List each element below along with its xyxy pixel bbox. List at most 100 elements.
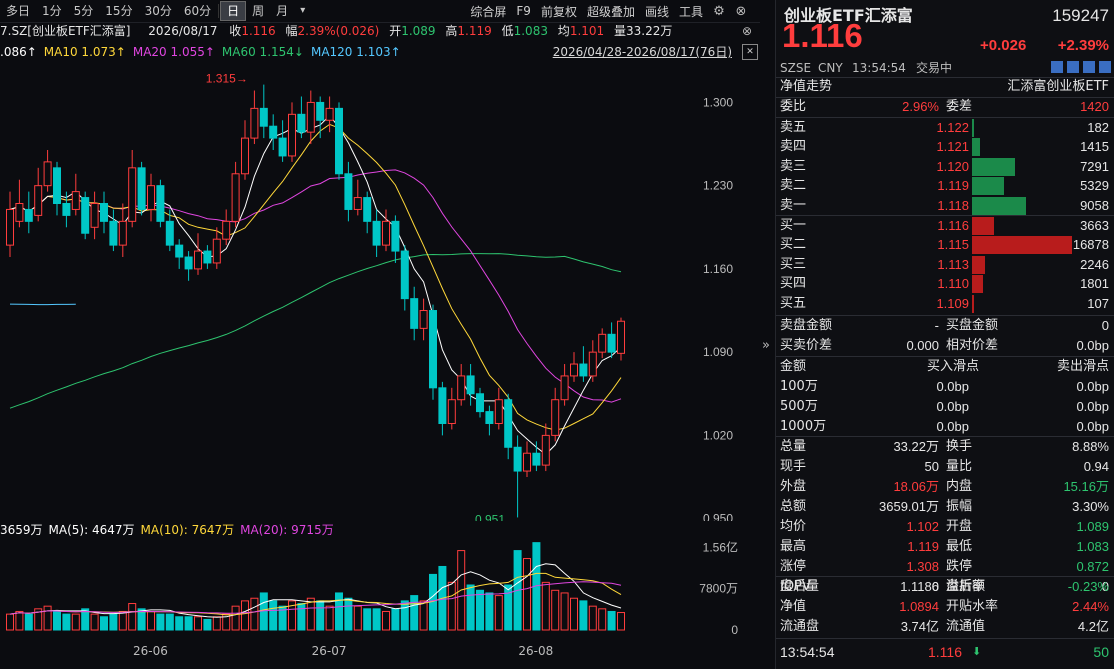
candle[interactable] — [137, 167, 146, 210]
candle[interactable] — [588, 351, 597, 377]
volume-bar[interactable] — [588, 605, 597, 631]
volume-bar[interactable] — [551, 589, 560, 631]
volume-bar[interactable] — [231, 605, 240, 631]
close-info-icon[interactable]: ⊗ — [742, 24, 752, 38]
volume-bar[interactable] — [71, 613, 80, 631]
volume-bar[interactable] — [212, 616, 221, 631]
timeframe-8[interactable]: 月 — [270, 1, 294, 21]
candle[interactable] — [297, 113, 306, 133]
candle[interactable] — [269, 125, 278, 139]
edit-icon[interactable] — [1051, 61, 1063, 73]
volume-bar[interactable] — [400, 600, 409, 631]
collapse-panel-icon[interactable]: » — [762, 338, 770, 353]
tool-1[interactable]: F9 — [511, 4, 536, 18]
candle[interactable] — [90, 203, 99, 228]
candle[interactable] — [438, 387, 447, 424]
candle[interactable] — [532, 452, 541, 466]
volume-bar[interactable] — [447, 581, 456, 631]
candle[interactable] — [523, 452, 531, 472]
volume-bar[interactable] — [325, 605, 334, 631]
candle[interactable] — [53, 167, 61, 205]
volume-bar[interactable] — [156, 613, 165, 631]
kline-chart-pane[interactable]: 多日 1分 5分 15分 30分 60分日周月 ▾ 综合屏 F9 前复权 超级叠加 画线 工具 ⚙ ⊗ 7.… — [0, 0, 760, 669]
volume-bar[interactable] — [579, 600, 588, 631]
candle[interactable] — [363, 197, 372, 222]
volume-bar[interactable] — [53, 610, 61, 631]
volume-bar[interactable] — [617, 612, 625, 631]
volume-bar[interactable] — [184, 616, 193, 631]
tool-4[interactable]: 画线 — [640, 3, 674, 20]
volume-bar[interactable] — [335, 592, 343, 631]
volume-bar[interactable] — [241, 600, 249, 631]
candle[interactable] — [353, 197, 362, 210]
volume-bar[interactable] — [560, 592, 569, 631]
timeframe-3[interactable]: 15分 — [99, 1, 138, 21]
candle[interactable] — [71, 191, 80, 210]
candle[interactable] — [447, 399, 456, 424]
volume-bar[interactable] — [62, 613, 71, 631]
volume-bar[interactable] — [15, 610, 24, 631]
tool-3[interactable]: 超级叠加 — [582, 3, 640, 20]
gear-icon[interactable]: ⚙ — [711, 3, 727, 19]
ask-row-1[interactable]: 卖四 1.121 1415 — [776, 137, 1114, 157]
volume-bar[interactable] — [175, 616, 184, 631]
volume-bar[interactable] — [570, 597, 578, 631]
volume-bar[interactable] — [297, 603, 306, 631]
candle[interactable] — [419, 310, 428, 329]
candle[interactable] — [391, 220, 400, 252]
candle[interactable] — [203, 250, 212, 264]
candle[interactable] — [429, 310, 437, 389]
candle[interactable] — [457, 375, 466, 401]
volume-bar[interactable] — [372, 608, 381, 631]
tool-5[interactable]: 工具 — [674, 3, 708, 20]
candle[interactable] — [617, 320, 625, 354]
timeframe-0[interactable]: 多日 — [0, 1, 36, 21]
volume-bar[interactable] — [269, 600, 278, 631]
volume-bar[interactable] — [165, 613, 174, 631]
candle[interactable] — [476, 393, 484, 413]
volume-bar[interactable] — [24, 613, 33, 631]
candle[interactable] — [118, 220, 127, 246]
volume-bar[interactable] — [109, 613, 118, 631]
list-icon[interactable] — [1099, 61, 1111, 73]
candle[interactable] — [241, 137, 249, 175]
volume-bar[interactable] — [476, 589, 484, 631]
nav-trend-tab[interactable]: 净值走势 — [780, 77, 832, 97]
candle[interactable] — [570, 363, 578, 377]
ask-row-2[interactable]: 卖三 1.120 7291 — [776, 157, 1114, 176]
bid-row-4[interactable]: 买五 1.109 107 — [776, 294, 1114, 313]
candle[interactable] — [541, 434, 550, 466]
candle[interactable] — [81, 197, 90, 234]
tool-2[interactable]: 前复权 — [536, 3, 582, 20]
candle[interactable] — [372, 220, 381, 246]
timeframe-7[interactable]: 周 — [246, 1, 270, 21]
more-timeframes-icon[interactable]: ▾ — [294, 1, 311, 21]
candle[interactable] — [212, 238, 221, 264]
volume-bar[interactable] — [344, 597, 353, 631]
volume-bar[interactable] — [147, 610, 155, 631]
candle[interactable] — [128, 167, 137, 222]
candle[interactable] — [513, 446, 522, 472]
volume-bar[interactable] — [391, 608, 400, 631]
candle[interactable] — [325, 107, 334, 121]
date-range-link[interactable]: 2026/04/28-2026/08/17(76日) — [553, 43, 732, 61]
candle[interactable] — [504, 399, 513, 448]
candle[interactable] — [250, 107, 259, 139]
volume-bar[interactable] — [43, 605, 52, 631]
candle[interactable] — [62, 203, 71, 216]
close-chart-icon[interactable]: ⊗ — [733, 3, 749, 19]
volume-chart[interactable]: 1.56亿 7800万 0 — [0, 540, 760, 640]
bid-row-1[interactable]: 买二 1.115 16878 — [776, 235, 1114, 255]
volume-bar[interactable] — [194, 616, 202, 631]
candle[interactable] — [259, 107, 268, 127]
volume-bar[interactable] — [128, 603, 137, 631]
candle[interactable] — [109, 220, 118, 246]
candle[interactable] — [278, 137, 287, 157]
candle[interactable] — [184, 256, 193, 270]
candle[interactable] — [222, 220, 231, 240]
ask-row-4[interactable]: 卖一 1.118 9058 — [776, 196, 1114, 215]
candle[interactable] — [382, 220, 390, 246]
bid-row-0[interactable]: 买一 1.116 3663 — [776, 216, 1114, 235]
candle[interactable] — [335, 107, 343, 175]
grid-icon[interactable] — [1083, 61, 1095, 73]
